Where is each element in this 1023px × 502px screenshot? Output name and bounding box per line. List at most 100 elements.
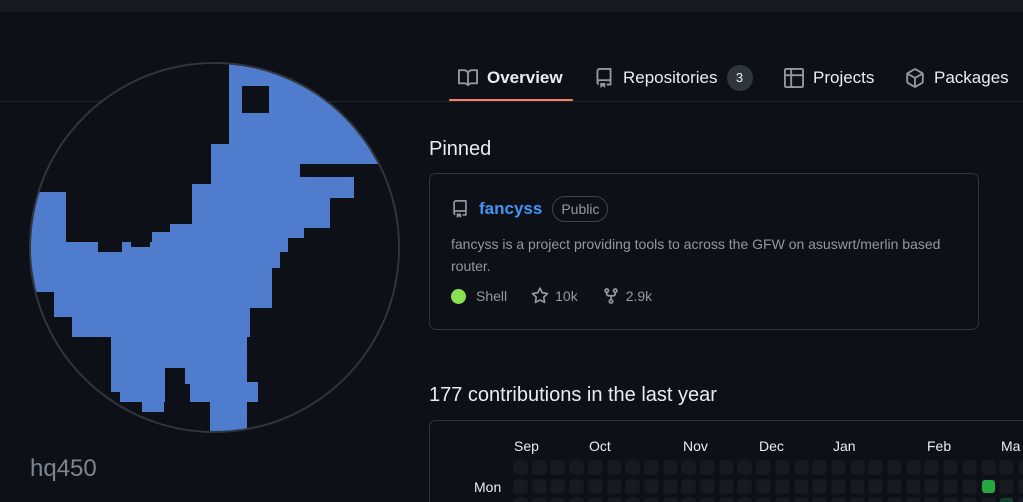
repo-forks-link[interactable]: 2.9k: [602, 287, 652, 305]
contribution-cell[interactable]: [588, 461, 602, 474]
contribution-cell[interactable]: [813, 479, 827, 493]
contribution-cell[interactable]: [775, 479, 789, 493]
contribution-cell[interactable]: [644, 479, 658, 493]
contribution-cell[interactable]: [981, 479, 995, 493]
contribution-cell[interactable]: [981, 461, 995, 474]
month-label: Jan: [833, 438, 856, 454]
contribution-cell[interactable]: [925, 461, 939, 474]
contribution-cell[interactable]: [626, 461, 640, 474]
contribution-cell[interactable]: [850, 479, 864, 493]
contribution-cell[interactable]: [551, 461, 565, 474]
contribution-cell[interactable]: [644, 461, 658, 474]
contribution-cell[interactable]: [794, 479, 808, 493]
tab-repositories[interactable]: Repositories 3: [594, 56, 753, 100]
repo-stars-link[interactable]: 10k: [531, 287, 578, 305]
contribution-cell[interactable]: [925, 498, 939, 502]
contribution-cell[interactable]: [850, 498, 864, 502]
contribution-cell[interactable]: [906, 479, 920, 493]
contribution-cell[interactable]: [1018, 479, 1023, 493]
visibility-badge: Public: [552, 196, 609, 222]
contribution-cell[interactable]: [532, 461, 546, 474]
contribution-cell[interactable]: [738, 498, 752, 502]
contribution-cell[interactable]: [663, 461, 677, 474]
repo-description: fancyss is a project providing tools to …: [451, 236, 941, 274]
contribution-cell[interactable]: [869, 479, 883, 493]
contribution-cell[interactable]: [570, 461, 584, 474]
contribution-cell[interactable]: [962, 479, 976, 493]
contribution-cell[interactable]: [738, 479, 752, 493]
contribution-cell[interactable]: [888, 461, 901, 474]
contribution-cell[interactable]: [869, 498, 883, 502]
contribution-cell[interactable]: [644, 498, 658, 502]
contribution-cell[interactable]: [813, 498, 827, 502]
contribution-cell[interactable]: [607, 498, 621, 502]
contribution-cell[interactable]: [944, 461, 958, 474]
tab-packages[interactable]: Packages: [905, 56, 1009, 100]
contribution-cell[interactable]: [682, 461, 696, 474]
contribution-cell[interactable]: [925, 479, 939, 493]
contribution-cell[interactable]: [757, 498, 771, 502]
contribution-cell[interactable]: [850, 461, 864, 474]
contribution-cell[interactable]: [757, 461, 771, 474]
repo-name-link[interactable]: fancyss: [479, 199, 542, 219]
tab-overview-label: Overview: [487, 68, 563, 87]
contribution-cell[interactable]: [944, 498, 958, 502]
contribution-cell[interactable]: [682, 479, 696, 493]
contribution-cell[interactable]: [1018, 461, 1023, 474]
contribution-cell[interactable]: [738, 461, 752, 474]
contribution-cell[interactable]: [1000, 479, 1014, 493]
tab-overview[interactable]: Overview: [458, 56, 563, 100]
contribution-cell[interactable]: [719, 498, 733, 502]
contribution-cell[interactable]: [888, 498, 901, 502]
contribution-cell[interactable]: [514, 479, 527, 493]
contribution-cell[interactable]: [607, 461, 621, 474]
contribution-cell[interactable]: [570, 479, 584, 493]
contribution-cell[interactable]: [962, 461, 976, 474]
contribution-cell[interactable]: [775, 498, 789, 502]
contribution-cell[interactable]: [514, 461, 527, 474]
language-color-dot: [451, 288, 466, 304]
tab-projects[interactable]: Projects: [784, 56, 874, 100]
contribution-cell[interactable]: [757, 479, 771, 493]
contribution-cell[interactable]: [831, 479, 845, 493]
contribution-cell[interactable]: [813, 461, 827, 474]
contribution-cell[interactable]: [981, 498, 995, 502]
contribution-cell[interactable]: [869, 461, 883, 474]
contribution-cell[interactable]: [794, 498, 808, 502]
contribution-cell[interactable]: [663, 498, 677, 502]
contribution-cell[interactable]: [719, 461, 733, 474]
contribution-cell[interactable]: [663, 479, 677, 493]
contribution-cell[interactable]: [1018, 498, 1023, 502]
contribution-cell[interactable]: [532, 498, 546, 502]
contribution-cell[interactable]: [682, 498, 696, 502]
contribution-cell[interactable]: [1000, 498, 1014, 502]
contribution-cell[interactable]: [551, 479, 565, 493]
contribution-cell[interactable]: [551, 498, 565, 502]
contribution-cell[interactable]: [794, 461, 808, 474]
contribution-cell[interactable]: [626, 498, 640, 502]
contribution-cell[interactable]: [626, 479, 640, 493]
month-label: Feb: [927, 438, 952, 454]
contribution-cell[interactable]: [588, 498, 602, 502]
month-label: Oct: [589, 438, 611, 454]
contribution-cell[interactable]: [570, 498, 584, 502]
avatar[interactable]: [29, 62, 400, 433]
contribution-cell[interactable]: [701, 461, 714, 474]
contribution-cell[interactable]: [944, 479, 958, 493]
contribution-cell[interactable]: [906, 461, 920, 474]
contribution-cell[interactable]: [831, 498, 845, 502]
contribution-cell[interactable]: [888, 479, 901, 493]
contribution-cell[interactable]: [831, 461, 845, 474]
contribution-cell[interactable]: [775, 461, 789, 474]
contribution-cell[interactable]: [514, 498, 527, 502]
contribution-cell[interactable]: [588, 479, 602, 493]
contribution-cell[interactable]: [701, 498, 714, 502]
contribution-cell[interactable]: [532, 479, 546, 493]
contribution-cell[interactable]: [719, 479, 733, 493]
contribution-cell[interactable]: [701, 479, 714, 493]
contribution-cell[interactable]: [906, 498, 920, 502]
contribution-cell[interactable]: [607, 479, 621, 493]
month-label: Nov: [683, 438, 708, 454]
contribution-cell[interactable]: [1000, 461, 1014, 474]
contribution-cell[interactable]: [962, 498, 976, 502]
